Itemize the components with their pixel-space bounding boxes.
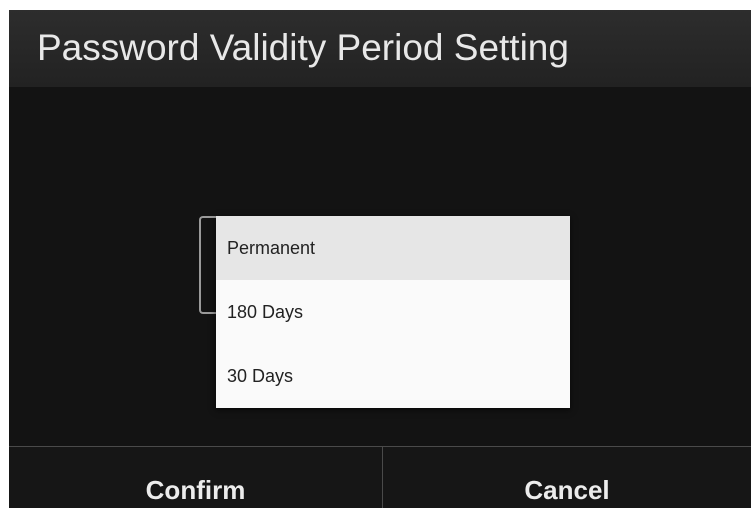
option-180-days[interactable]: 180 Days: [216, 280, 570, 344]
dialog-title: Password Validity Period Setting: [37, 27, 569, 68]
option-permanent[interactable]: Permanent: [216, 216, 570, 280]
password-validity-dialog: Password Validity Period Setting Permane…: [9, 10, 751, 508]
cancel-button[interactable]: Cancel: [383, 447, 751, 508]
validity-period-dropdown: Permanent 180 Days 30 Days: [216, 216, 570, 408]
dialog-title-bar: Password Validity Period Setting: [9, 10, 751, 87]
confirm-button[interactable]: Confirm: [9, 447, 382, 508]
option-30-days[interactable]: 30 Days: [216, 344, 570, 408]
